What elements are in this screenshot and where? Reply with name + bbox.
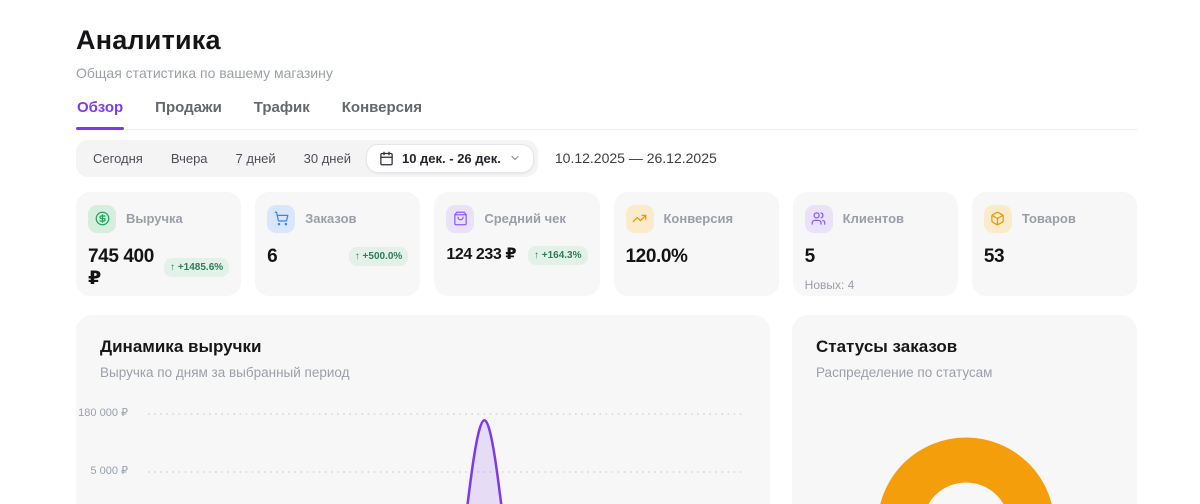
donut-segment	[900, 460, 1032, 504]
kpi-label: Конверсия	[664, 211, 734, 226]
kpi-value: 5	[805, 246, 815, 268]
chart-subtitle: Выручка по дням за выбранный период	[100, 365, 746, 380]
filter-row: Сегодня Вчера 7 дней 30 дней 10 дек. - 2…	[76, 140, 1137, 177]
preset-7-days[interactable]: 7 дней	[223, 143, 289, 174]
kpi-cards-row: Выручка 745 400 ₽ ↑ +1485.6% Заказов 6 ↑…	[76, 192, 1137, 296]
calendar-icon	[379, 151, 394, 166]
kpi-label: Заказов	[305, 211, 356, 226]
revenue-area-chart	[76, 401, 770, 504]
selected-date-range-text: 10.12.2025 — 26.12.2025	[555, 150, 717, 166]
kpi-card-conversion: Конверсия 120.0%	[614, 192, 779, 296]
shopping-bag-icon	[446, 205, 474, 233]
date-preset-bar: Сегодня Вчера 7 дней 30 дней 10 дек. - 2…	[76, 140, 538, 177]
trending-up-icon	[626, 205, 654, 233]
preset-today[interactable]: Сегодня	[80, 143, 156, 174]
kpi-card-clients: Клиентов 5 Новых: 4	[793, 192, 958, 296]
revenue-line	[148, 420, 746, 504]
kpi-card-revenue: Выручка 745 400 ₽ ↑ +1485.6%	[76, 192, 241, 296]
kpi-value: 6	[267, 246, 277, 268]
page-subtitle: Общая статистика по вашему магазину	[76, 65, 1137, 81]
chevron-down-icon	[509, 152, 521, 164]
users-icon	[805, 205, 833, 233]
tab-conversion[interactable]: Конверсия	[341, 99, 423, 129]
analytics-page: Аналитика Общая статистика по вашему маг…	[0, 0, 1200, 504]
kpi-card-orders: Заказов 6 ↑ +500.0%	[255, 192, 420, 296]
cart-icon	[267, 205, 295, 233]
kpi-value: 120.0%	[626, 246, 688, 268]
kpi-change-badge: ↑ +500.0%	[349, 247, 409, 266]
ruble-circle-icon	[88, 205, 116, 233]
kpi-value: 53	[984, 246, 1004, 268]
kpi-card-average-check: Средний чек 124 233 ₽ ↑ +164.3%	[434, 192, 599, 296]
tabs-bar: Обзор Продажи Трафик Конверсия	[76, 99, 1137, 130]
kpi-label: Выручка	[126, 211, 183, 226]
revenue-dynamics-card: Динамика выручки Выручка по дням за выбр…	[76, 315, 770, 504]
tab-sales[interactable]: Продажи	[154, 99, 223, 129]
preset-yesterday[interactable]: Вчера	[158, 143, 221, 174]
revenue-chart: 180 000 ₽ 5 000 ₽	[76, 401, 770, 504]
order-statuses-card: Статусы заказов Распределение по статуса…	[792, 315, 1137, 504]
date-range-picker-label: 10 дек. - 26 дек.	[402, 151, 501, 166]
kpi-label: Средний чек	[484, 211, 566, 226]
revenue-area-fill	[148, 420, 746, 504]
tab-overview[interactable]: Обзор	[76, 99, 124, 129]
kpi-card-products: Товаров 53	[972, 192, 1137, 296]
kpi-value: 745 400 ₽	[88, 246, 156, 290]
date-range-picker[interactable]: 10 дек. - 26 дек.	[366, 144, 534, 173]
charts-row: Динамика выручки Выручка по дням за выбр…	[76, 315, 1137, 504]
kpi-change-badge: ↑ +164.3%	[528, 246, 588, 265]
kpi-change-badge: ↑ +1485.6%	[164, 258, 229, 277]
kpi-subtext: Новых: 4	[805, 278, 946, 292]
kpi-label: Клиентов	[843, 211, 904, 226]
order-statuses-donut-chart	[792, 315, 1137, 504]
page-title: Аналитика	[76, 26, 1137, 56]
kpi-label: Товаров	[1022, 211, 1076, 226]
package-icon	[984, 205, 1012, 233]
tab-traffic[interactable]: Трафик	[253, 99, 311, 129]
chart-title: Динамика выручки	[100, 337, 746, 357]
preset-30-days[interactable]: 30 дней	[291, 143, 364, 174]
kpi-value: 124 233 ₽	[446, 246, 516, 264]
